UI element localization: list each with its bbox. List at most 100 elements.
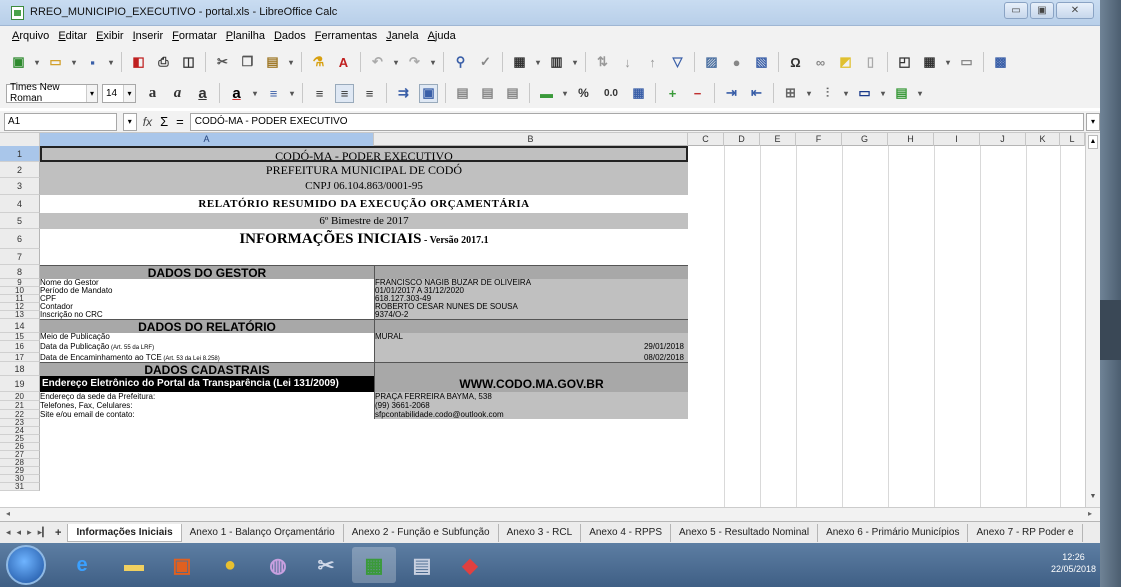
menu-janela[interactable]: Janela: [386, 30, 418, 42]
find-replace-icon[interactable]: ⚲: [451, 53, 470, 72]
align-middle-icon[interactable]: ▤: [478, 84, 497, 103]
border-style-icon[interactable]: ⫶: [818, 84, 837, 103]
column-icon[interactable]: ▥: [547, 53, 566, 72]
function-icon[interactable]: =: [176, 114, 184, 129]
row-header[interactable]: 21: [0, 401, 40, 410]
row-header[interactable]: 7: [0, 249, 40, 265]
define-print-area-icon[interactable]: ◰: [895, 53, 914, 72]
scroll-left-icon[interactable]: ◂: [6, 509, 10, 518]
row-header[interactable]: 8: [0, 265, 40, 279]
column-header-l[interactable]: L: [1060, 133, 1085, 146]
snipping-tool-icon[interactable]: ✂: [304, 547, 348, 583]
save-icon[interactable]: ▪: [83, 53, 102, 72]
chevron-down-icon[interactable]: ▾: [878, 84, 888, 103]
comment-icon[interactable]: ◩: [836, 53, 855, 72]
row-header[interactable]: 3: [0, 178, 40, 195]
font-color-icon[interactable]: a: [227, 84, 246, 103]
show-draw-functions-icon[interactable]: ▩: [991, 53, 1010, 72]
menu-ajuda[interactable]: Ajuda: [428, 30, 456, 42]
menu-inserir[interactable]: Inserir: [133, 30, 164, 42]
export-pdf-icon[interactable]: ◧: [129, 53, 148, 72]
sort-ascending-icon[interactable]: ↓: [618, 53, 637, 72]
cell-a13[interactable]: Inscrição no CRC: [40, 311, 374, 319]
image-icon[interactable]: ▨: [702, 53, 721, 72]
menu-exibir[interactable]: Exibir: [96, 30, 124, 42]
align-left-icon[interactable]: ≡: [310, 84, 329, 103]
cell-b11[interactable]: 618.127.303-49: [374, 295, 688, 303]
sheet-tab-anexo-3[interactable]: Anexo 3 - RCL: [499, 523, 582, 542]
cell-b20[interactable]: PRAÇA FERREIRA BAYMA, 538: [374, 392, 688, 401]
background-color-icon[interactable]: ≡: [264, 84, 283, 103]
cell-a19-portal[interactable]: Endereço Eletrônico do Portal da Transpa…: [40, 376, 374, 392]
clone-formatting-icon[interactable]: ⚗: [309, 53, 328, 72]
row-header[interactable]: 31: [0, 483, 40, 491]
row-header[interactable]: 13: [0, 311, 40, 319]
chevron-down-icon[interactable]: ▾: [286, 53, 296, 72]
print-preview-icon[interactable]: ◫: [179, 53, 198, 72]
sort-icon[interactable]: ⇅: [593, 53, 612, 72]
cell-b10[interactable]: 01/01/2017 A 31/12/2020: [374, 287, 688, 295]
row-header[interactable]: 17: [0, 353, 40, 362]
cell-a6-info[interactable]: INFORMAÇÕES INICIAIS - Versão 2017.1: [40, 229, 688, 249]
align-right-icon[interactable]: ≡: [360, 84, 379, 103]
row-header[interactable]: 14: [0, 319, 40, 333]
chevron-down-icon[interactable]: ▾: [915, 84, 925, 103]
hyperlink-icon[interactable]: ∞: [811, 53, 830, 72]
chevron-down-icon[interactable]: ▾: [560, 84, 570, 103]
chevron-down-icon[interactable]: ▾: [123, 84, 135, 102]
cell-a9[interactable]: Nome do Gestor: [40, 279, 374, 287]
chevron-down-icon[interactable]: ▾: [428, 53, 438, 72]
sum-icon[interactable]: Σ: [160, 114, 168, 129]
column-header-e[interactable]: E: [760, 133, 796, 146]
first-sheet-icon[interactable]: ◂: [6, 527, 11, 539]
previous-sheet-icon[interactable]: ◂: [17, 527, 22, 539]
office-icon[interactable]: ▣: [160, 547, 204, 583]
column-header-h[interactable]: H: [888, 133, 934, 146]
row-header[interactable]: 15: [0, 333, 40, 341]
row-header[interactable]: 16: [0, 341, 40, 353]
number-format-button[interactable]: 0.0: [599, 84, 623, 103]
undo-icon[interactable]: ↶: [368, 53, 387, 72]
row-header[interactable]: 5: [0, 213, 40, 229]
cell-a2-prefeitura[interactable]: PREFEITURA MUNICIPAL DE CODÓ: [40, 162, 688, 178]
redo-icon[interactable]: ↷: [405, 53, 424, 72]
cell-a1-title[interactable]: CODÓ-MA - PODER EXECUTIVO: [40, 146, 688, 162]
cell-a4-report-title[interactable]: RELATÓRIO RESUMIDO DA EXECUÇÃO ORÇAMENTÁ…: [40, 195, 688, 213]
minimize-button[interactable]: ▭: [1004, 2, 1028, 19]
media-icon[interactable]: ◆: [448, 547, 492, 583]
cell-a14-dados-relatorio[interactable]: DADOS DO RELATÓRIO: [40, 319, 374, 333]
column-header-f[interactable]: F: [796, 133, 842, 146]
next-sheet-icon[interactable]: ▸: [27, 527, 32, 539]
row-header[interactable]: 20: [0, 392, 40, 401]
column-header-a[interactable]: A: [40, 133, 374, 146]
clock-date[interactable]: 22/05/2018: [1051, 563, 1096, 575]
column-header-j[interactable]: J: [980, 133, 1026, 146]
wrap-text-icon[interactable]: ⇉: [394, 84, 413, 103]
chevron-down-icon[interactable]: ▾: [122, 112, 137, 131]
file-explorer-icon[interactable]: ▬: [112, 547, 156, 583]
increase-indent-icon[interactable]: ⇥: [722, 84, 741, 103]
align-top-icon[interactable]: ▤: [453, 84, 472, 103]
cell-b22[interactable]: sfpcontabilidade.codo@outlook.com: [374, 410, 688, 419]
border-color-icon[interactable]: ▭: [855, 84, 874, 103]
cell-b15[interactable]: MURAL: [374, 333, 688, 341]
maximize-button[interactable]: ▣: [1030, 2, 1054, 19]
currency-format-icon[interactable]: ▬: [537, 84, 556, 103]
cell-a18-dados-cadastrais[interactable]: DADOS CADASTRAIS: [40, 362, 374, 376]
open-icon[interactable]: ▭: [46, 53, 65, 72]
sheet-tab-anexo-4[interactable]: Anexo 4 - RPPS: [581, 523, 671, 542]
chevron-down-icon[interactable]: ▾: [106, 53, 116, 72]
chevron-down-icon[interactable]: ▾: [86, 84, 97, 102]
chevron-down-icon[interactable]: ▾: [69, 53, 79, 72]
align-center-icon[interactable]: ≡: [335, 83, 354, 103]
chevron-down-icon[interactable]: ▾: [32, 53, 42, 72]
column-header-g[interactable]: G: [842, 133, 888, 146]
add-decimal-icon[interactable]: +: [663, 84, 682, 103]
menu-ferramentas[interactable]: Ferramentas: [315, 30, 377, 42]
cell-a10[interactable]: Período de Mandato: [40, 287, 374, 295]
cell-a12[interactable]: Contador: [40, 303, 374, 311]
sheet-tab-anexo-7[interactable]: Anexo 7 - RP Poder e: [968, 523, 1083, 542]
date-format-icon[interactable]: ▦: [629, 84, 648, 103]
calculator-icon[interactable]: ▤: [400, 547, 444, 583]
font-size-select[interactable]: 14 ▾: [102, 83, 136, 103]
